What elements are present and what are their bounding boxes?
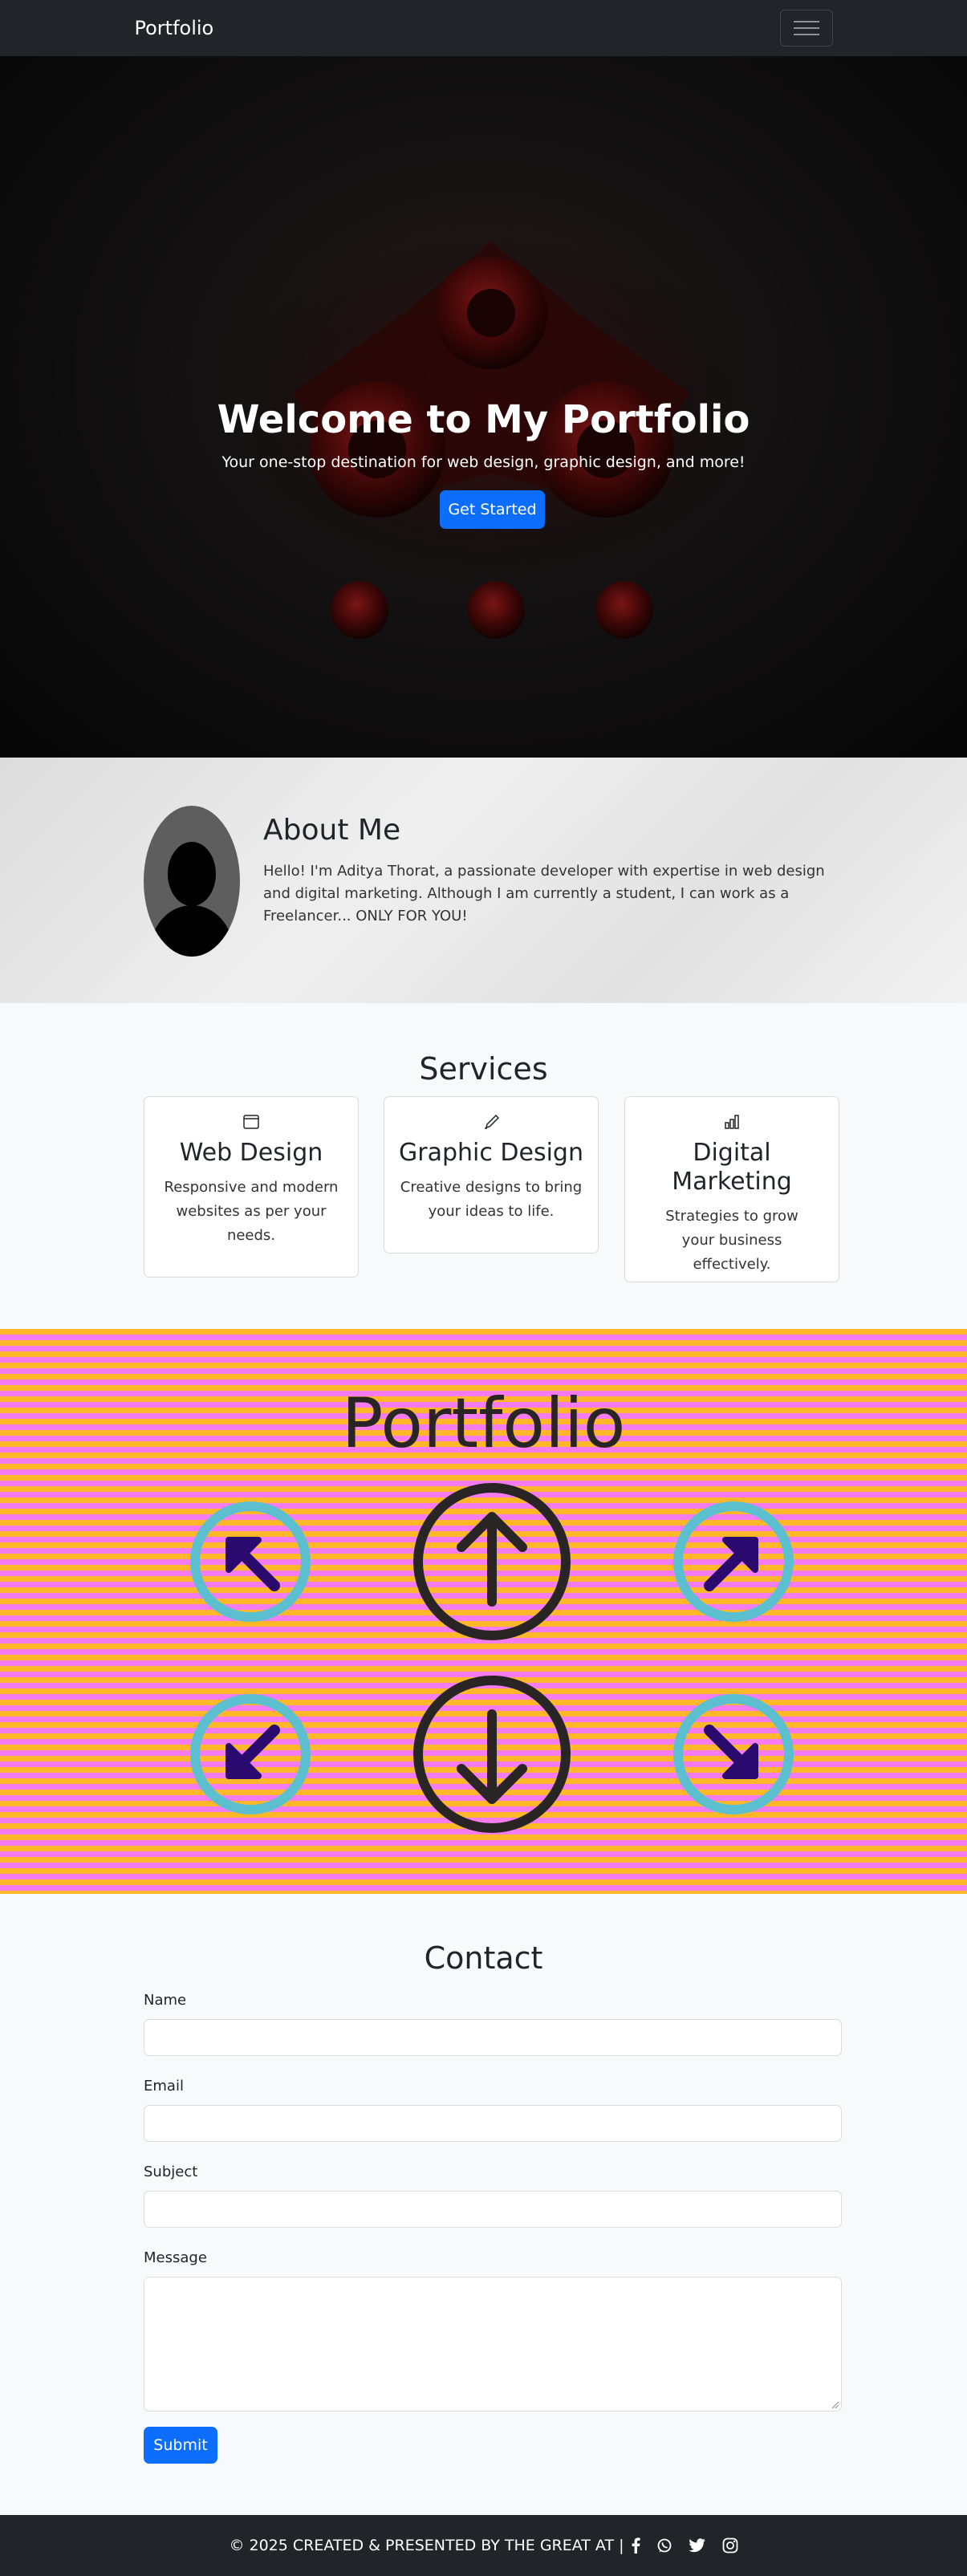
default-user-icon <box>150 842 234 957</box>
subject-label: Subject <box>144 2164 198 2180</box>
service-title: Graphic Design <box>399 1139 583 1167</box>
whatsapp-icon[interactable] <box>656 2537 672 2554</box>
footer-text: © 2025 CREATED & PRESENTED BY THE GREAT … <box>229 2537 624 2554</box>
services-section: Services Web Design Responsive and moder… <box>0 1003 967 1329</box>
about-text: Hello! I'm Aditya Thorat, a passionate d… <box>263 863 825 924</box>
avatar <box>144 806 240 957</box>
arrow-up-circle-icon <box>413 1483 571 1640</box>
navbar: Portfolio <box>0 0 967 56</box>
submit-button[interactable]: Submit <box>144 2427 217 2464</box>
service-card-digital-marketing: Digital Marketing Strategies to grow you… <box>624 1096 839 1282</box>
subject-field[interactable] <box>144 2191 842 2228</box>
services-title: Services <box>419 1051 548 1087</box>
footer: © 2025 CREATED & PRESENTED BY THE GREAT … <box>0 2515 967 2576</box>
about-title: About Me <box>263 814 401 847</box>
name-field[interactable] <box>144 2019 842 2056</box>
about-section: About Me Hello! I'm Aditya Thorat, a pas… <box>0 758 967 1003</box>
portfolio-arrows-artwork <box>190 1483 794 1833</box>
resize-handle-icon[interactable] <box>831 2401 839 2409</box>
arrow-down-right-icon <box>673 1694 794 1814</box>
instagram-icon[interactable] <box>722 2537 738 2554</box>
arrow-down-left-icon <box>190 1694 311 1814</box>
get-started-button[interactable]: Get Started <box>440 490 545 529</box>
service-title: Web Design <box>179 1139 323 1167</box>
twitter-icon[interactable] <box>688 2538 706 2553</box>
facebook-icon[interactable] <box>631 2537 640 2554</box>
brush-icon <box>485 1114 500 1129</box>
message-textarea[interactable] <box>144 2277 842 2411</box>
bar-chart-icon <box>725 1115 739 1129</box>
service-text: Responsive and modern websites as per yo… <box>164 1179 339 1244</box>
service-card-web-design: Web Design Responsive and modern website… <box>144 1096 359 1278</box>
contact-section: Contact Name Email Subject Message Submi… <box>0 1894 967 2515</box>
email-label: Email <box>144 2078 184 2095</box>
navbar-toggler-button[interactable] <box>779 10 833 47</box>
arrow-up-left-icon <box>190 1501 311 1622</box>
service-title: Digital Marketing <box>672 1139 792 1196</box>
browser-window-icon <box>243 1115 259 1129</box>
arrow-up-right-icon <box>673 1501 794 1622</box>
arrow-down-circle-icon <box>413 1676 571 1833</box>
service-card-graphic-design: Graphic Design Creative designs to bring… <box>384 1096 599 1253</box>
message-label: Message <box>144 2249 207 2266</box>
email-field[interactable] <box>144 2105 842 2142</box>
service-text: Creative designs to bring your ideas to … <box>400 1179 583 1220</box>
hero-subtitle: Your one-stop destination for web design… <box>221 453 746 471</box>
navbar-brand[interactable]: Portfolio <box>135 17 214 39</box>
hero-title: Welcome to My Portfolio <box>217 397 750 442</box>
portfolio-section: Portfolio <box>0 1329 967 1894</box>
hamburger-icon <box>793 21 819 35</box>
name-label: Name <box>144 1992 187 2009</box>
hero-section: Welcome to My Portfolio Your one-stop de… <box>0 56 967 758</box>
service-text: Strategies to grow your business effecti… <box>665 1208 798 1273</box>
contact-title: Contact <box>424 1940 543 1976</box>
